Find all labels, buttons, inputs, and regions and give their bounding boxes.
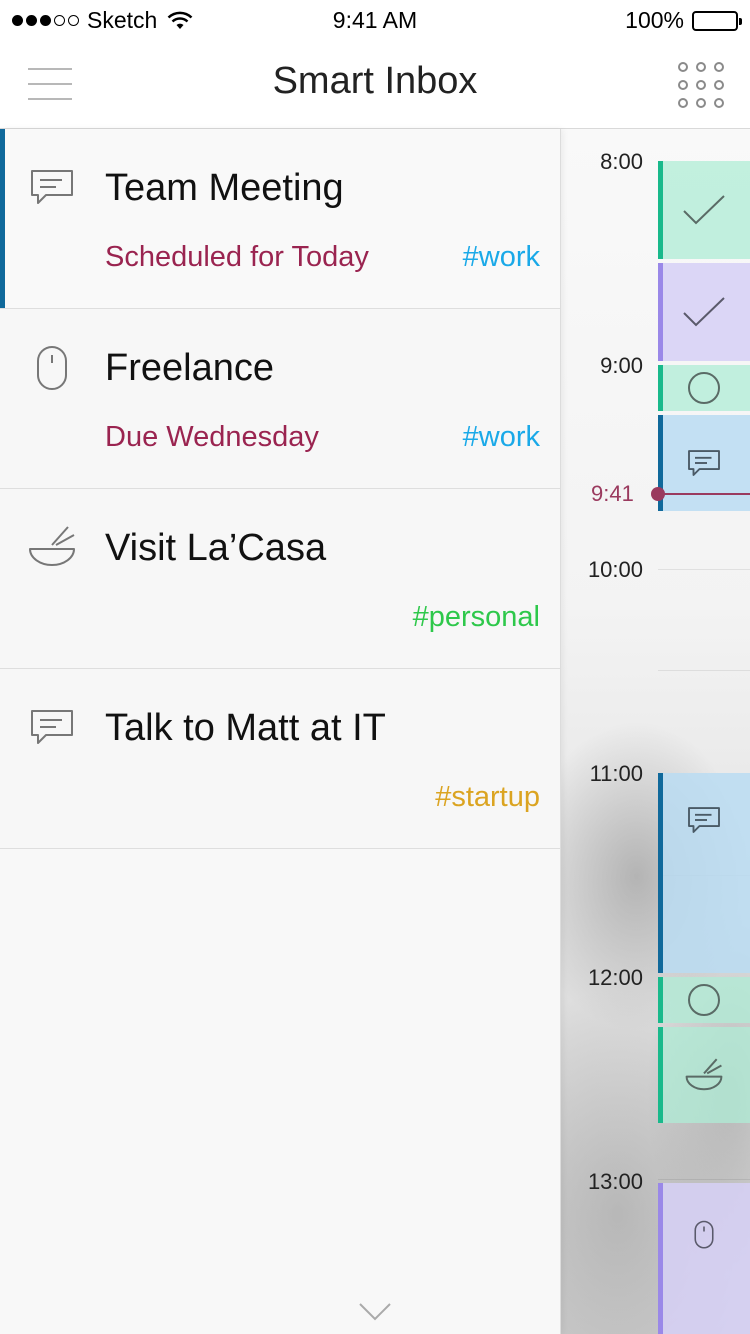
hour-label: 9:00 (600, 353, 643, 378)
task-item-talk-to-matt[interactable]: Talk to Matt at IT #startup (0, 669, 560, 849)
current-time-label: 9:41 (591, 481, 634, 506)
calendar-event[interactable] (658, 263, 750, 361)
circle-icon (688, 372, 720, 404)
page-title: Smart Inbox (272, 60, 478, 102)
checkmark-icon (683, 297, 725, 327)
mouse-icon (694, 1220, 714, 1249)
task-title: Freelance (105, 347, 274, 389)
task-item-visit-la-casa[interactable]: Visit La’Casa #personal (0, 489, 560, 669)
task-item-freelance[interactable]: Freelance Due Wednesday #work (0, 309, 560, 489)
nav-bar: Smart Inbox (0, 40, 750, 129)
calendar-day-view[interactable]: 8:00 9:00 10:00 11:00 12:00 13:00 9:41 (561, 129, 750, 1334)
task-tag[interactable]: #startup (435, 781, 540, 814)
bowl-icon (29, 526, 75, 566)
calendar-event[interactable] (658, 1183, 750, 1334)
task-item-team-meeting[interactable]: Team Meeting Scheduled for Today #work (0, 129, 560, 309)
calendar-event[interactable] (658, 415, 750, 511)
hour-divider (658, 1179, 750, 1180)
task-tag[interactable]: #work (463, 421, 540, 454)
hour-label: 10:00 (587, 557, 643, 582)
chat-icon (688, 450, 720, 476)
calendar-event[interactable] (658, 161, 750, 259)
calendar-event[interactable] (658, 1027, 750, 1123)
hour-label: 12:00 (587, 965, 643, 990)
chat-icon (688, 807, 720, 833)
bowl-icon (685, 1058, 723, 1091)
hour-label: 13:00 (587, 1169, 643, 1194)
task-list: Team Meeting Scheduled for Today #work F… (0, 129, 561, 1334)
checkmark-icon (683, 195, 725, 225)
task-tag[interactable]: #work (463, 241, 540, 274)
hour-label: 8:00 (600, 149, 643, 174)
status-bar: Sketch 9:41 AM 100% (0, 0, 750, 40)
chat-icon (31, 710, 73, 744)
battery-icon (692, 10, 742, 31)
calendar-event[interactable] (658, 977, 750, 1023)
chevron-down-icon[interactable] (358, 1302, 392, 1322)
task-title: Team Meeting (105, 167, 344, 209)
task-due: Due Wednesday (105, 421, 319, 453)
mouse-icon (37, 346, 67, 390)
current-time-line (658, 493, 750, 495)
chat-icon (31, 170, 73, 204)
task-title: Talk to Matt at IT (105, 707, 386, 749)
hour-divider (658, 569, 750, 570)
task-due: Scheduled for Today (105, 241, 369, 273)
calendar-event[interactable] (658, 365, 750, 411)
status-right: 100% (625, 7, 742, 34)
task-title: Visit La’Casa (105, 527, 327, 569)
grid-icon[interactable] (678, 62, 724, 108)
circle-icon (688, 984, 720, 1016)
calendar-event[interactable] (658, 773, 750, 973)
battery-percent: 100% (625, 7, 684, 33)
hour-divider (658, 670, 750, 671)
task-tag[interactable]: #personal (413, 601, 540, 634)
hour-label: 11:00 (589, 761, 643, 786)
